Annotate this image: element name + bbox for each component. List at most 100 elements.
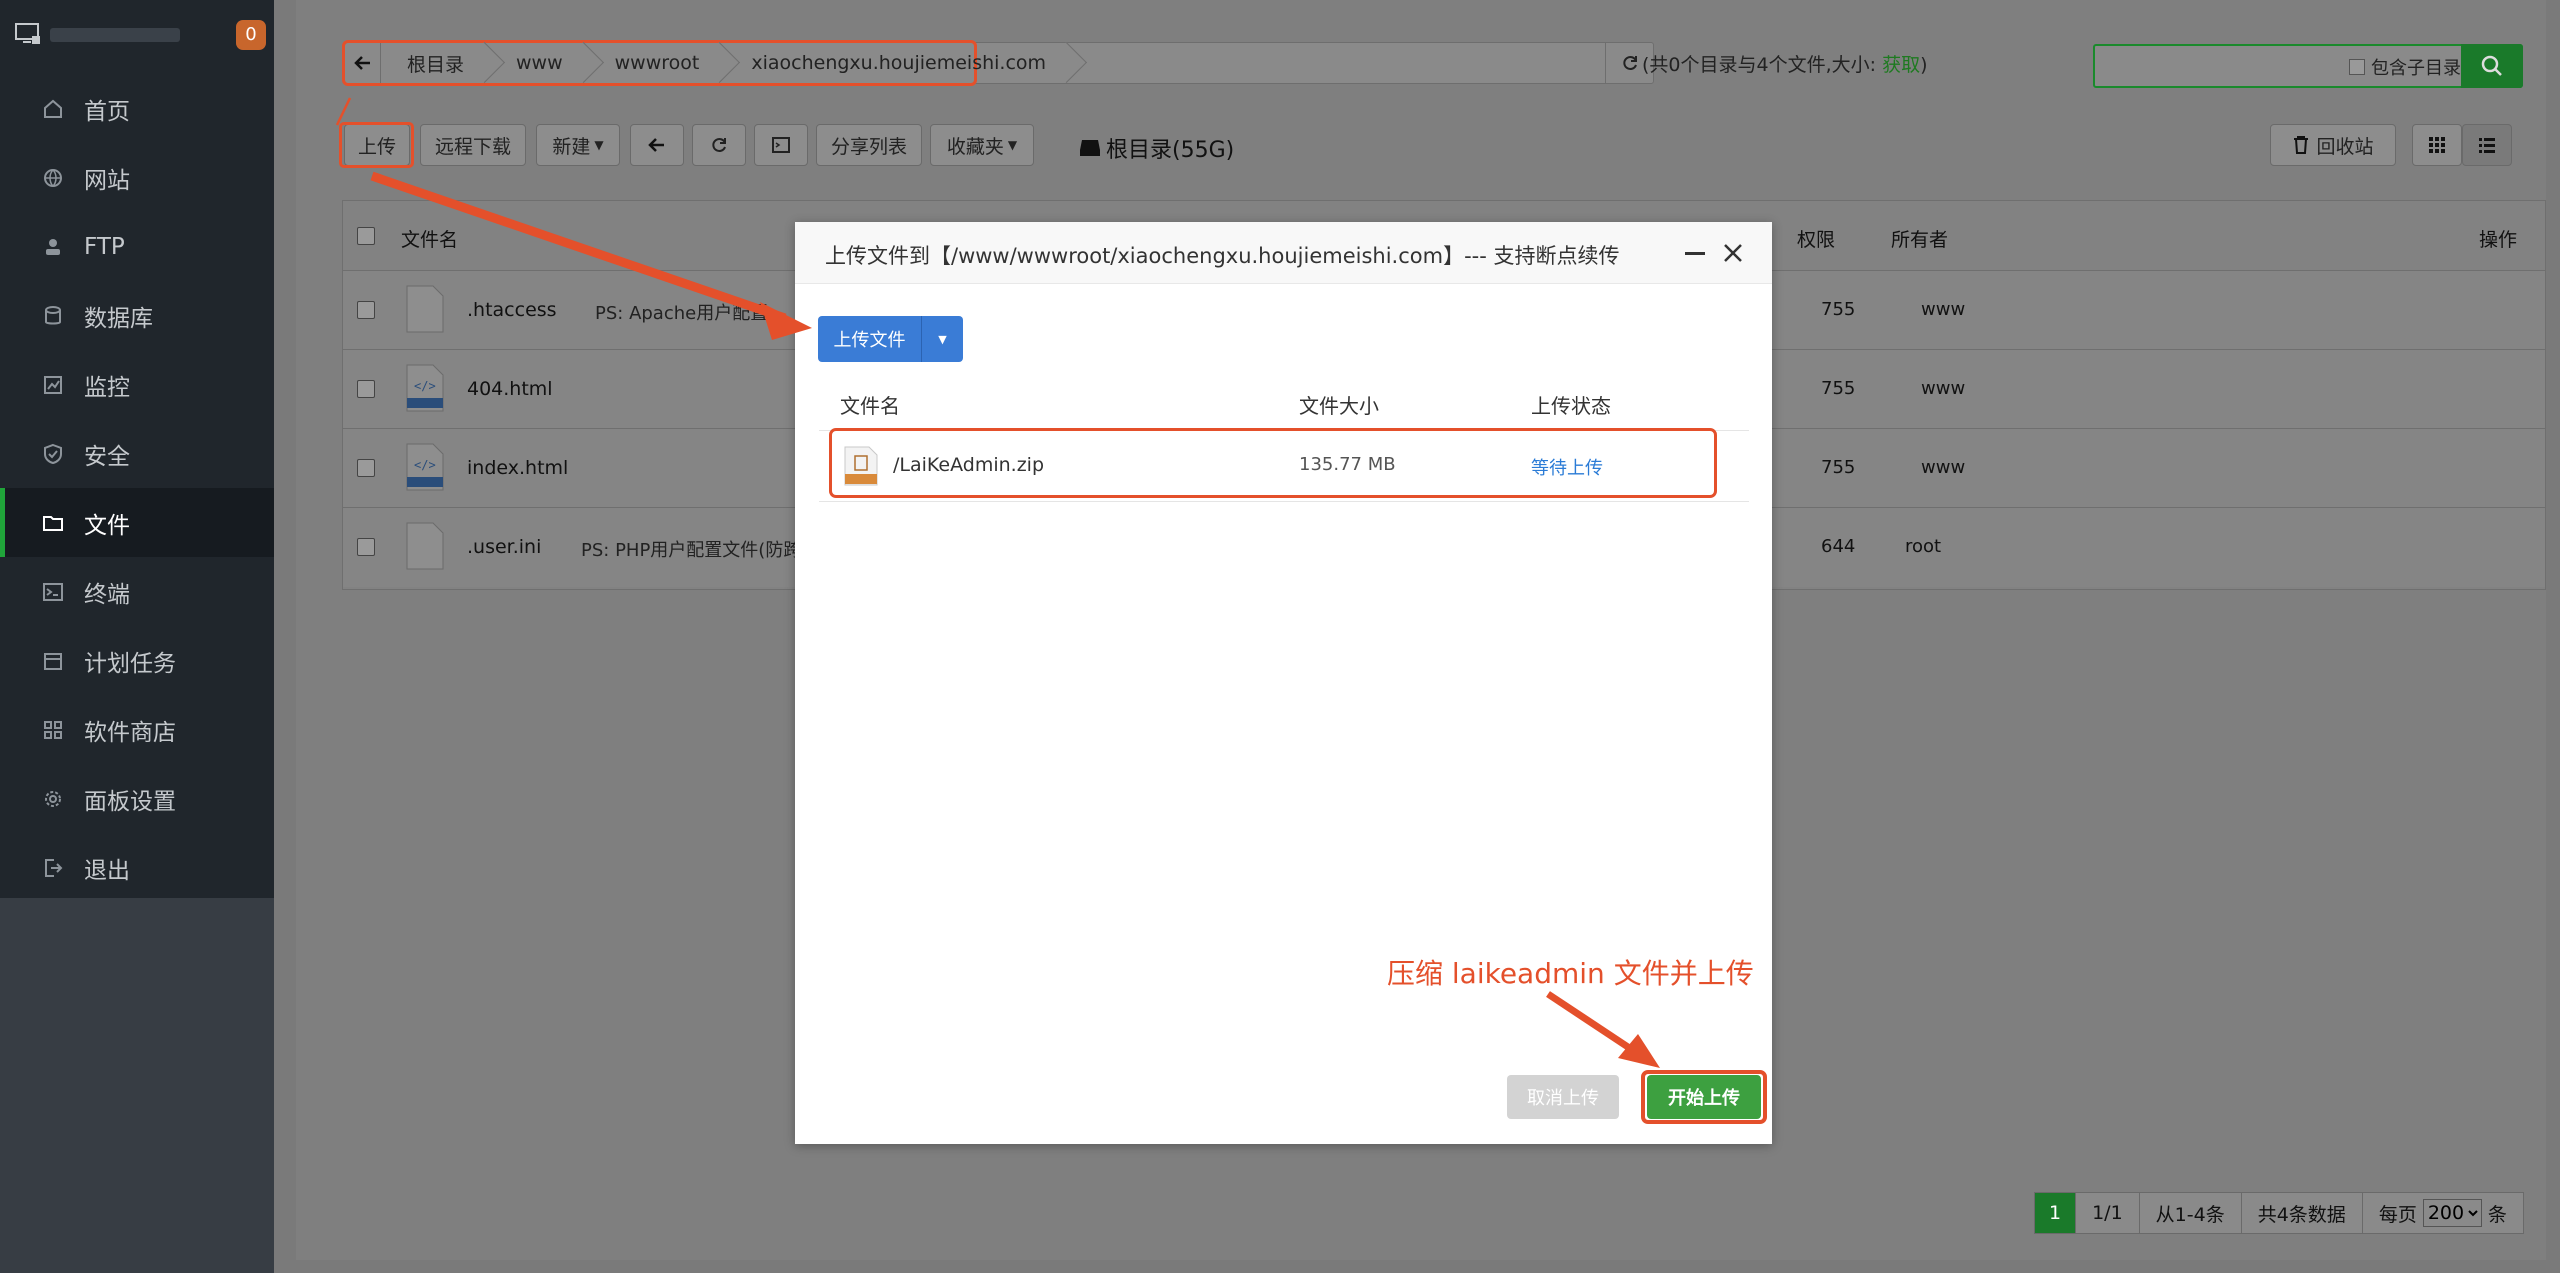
html-file-icon: </> xyxy=(406,443,444,491)
per-page-select[interactable]: 200 xyxy=(2422,1199,2482,1227)
ftp-icon xyxy=(40,234,66,260)
upload-dialog: 上传文件到【/www/wwwroot/xiaochengxu.houjiemei… xyxy=(795,222,1772,1144)
file-owner[interactable]: www xyxy=(1921,378,1965,399)
gear-icon xyxy=(40,786,66,812)
per-page-control: 每页 200 条 xyxy=(2363,1193,2523,1233)
sidebar-header: 0 xyxy=(0,0,274,70)
logout-icon xyxy=(40,855,66,881)
column-header-permission: 权限 xyxy=(1797,229,1836,251)
sidebar-item-label: 退出 xyxy=(84,857,130,884)
list-view-button[interactable] xyxy=(2462,124,2512,166)
sidebar-item-cron[interactable]: 计划任务 xyxy=(0,626,274,695)
checkbox-square xyxy=(2349,59,2365,75)
caret-down-icon[interactable]: ▼ xyxy=(922,316,963,362)
terminal-button[interactable] xyxy=(754,124,808,166)
fetch-size-link[interactable]: 获取 xyxy=(1882,54,1920,76)
sidebar-item-website[interactable]: 网站 xyxy=(0,143,274,212)
annotation-highlight-file xyxy=(829,428,1717,498)
column-header-name[interactable]: 文件名 xyxy=(401,225,458,252)
file-owner[interactable]: www xyxy=(1921,457,1965,478)
terminal-icon xyxy=(40,579,66,605)
file-name[interactable]: index.html xyxy=(467,457,568,479)
new-dropdown-button[interactable]: 新建 ▼ xyxy=(536,124,620,166)
pagination: 1 1/1 从1-4条 共4条数据 每页 200 条 xyxy=(2034,1192,2524,1234)
file-permission[interactable]: 755 xyxy=(1821,457,1855,478)
row-checkbox[interactable] xyxy=(357,538,375,556)
row-checkbox[interactable] xyxy=(357,459,375,477)
grid-view-button[interactable] xyxy=(2412,124,2462,166)
directory-info: (共0个目录与4个文件,大小: 获取) xyxy=(1642,54,1928,76)
sidebar-item-label: FTP xyxy=(84,233,125,260)
sidebar-item-label: 数据库 xyxy=(84,305,153,332)
monitor-chart-icon xyxy=(40,372,66,398)
upload-files-button[interactable]: 上传文件 xyxy=(818,316,922,362)
sidebar-item-security[interactable]: 安全 xyxy=(0,419,274,488)
minimize-icon[interactable] xyxy=(1685,252,1705,255)
row-checkbox[interactable] xyxy=(357,380,375,398)
grid-icon xyxy=(2429,137,2445,153)
column-header-owner: 所有者 xyxy=(1891,229,1949,251)
html-file-icon: </> xyxy=(406,364,444,412)
sidebar-item-label: 监控 xyxy=(84,374,130,401)
share-list-button[interactable]: 分享列表 xyxy=(816,124,922,166)
annotation-text: 压缩 laikeadmin 文件并上传 xyxy=(1387,957,1754,990)
cancel-upload-button[interactable]: 取消上传 xyxy=(1507,1075,1619,1119)
home-icon xyxy=(40,96,66,122)
file-name[interactable]: .htaccess xyxy=(467,299,557,321)
shield-icon xyxy=(40,441,66,467)
file-permission[interactable]: 755 xyxy=(1821,299,1855,320)
file-note: PS: Apache用户配置... xyxy=(595,303,786,324)
search-box: 包含子目录 xyxy=(2093,44,2523,88)
back-button[interactable] xyxy=(630,124,684,166)
server-name-redacted xyxy=(50,28,180,42)
sidebar-item-label: 计划任务 xyxy=(84,650,176,677)
search-button[interactable] xyxy=(2461,44,2523,88)
recycle-bin-button[interactable]: 回收站 xyxy=(2270,124,2396,166)
annotation-highlight-upload xyxy=(339,122,414,168)
column-header-actions: 操作 xyxy=(2479,229,2518,251)
hard-drive-icon xyxy=(1080,140,1100,156)
file-name[interactable]: .user.ini xyxy=(467,536,541,558)
dialog-title: 上传文件到【/www/wwwroot/xiaochengxu.houjiemei… xyxy=(825,244,1620,268)
file-note: PS: PHP用户配置文件(防跨站 xyxy=(581,540,820,561)
sidebar-item-monitor[interactable]: 监控 xyxy=(0,350,274,419)
favorites-dropdown-button[interactable]: 收藏夹 ▼ xyxy=(930,124,1034,166)
notification-badge[interactable]: 0 xyxy=(236,20,266,50)
sidebar: 0 首页 网站 FTP 数据库 监控 安全 文件 终端 计划任务 软件商店 面板… xyxy=(0,0,274,1273)
apps-grid-icon xyxy=(40,717,66,743)
file-owner[interactable]: www xyxy=(1921,299,1965,320)
select-all-checkbox[interactable] xyxy=(357,227,375,245)
file-permission[interactable]: 755 xyxy=(1821,378,1855,399)
list-icon xyxy=(2479,138,2495,153)
column-header-filename: 文件名 xyxy=(840,394,900,418)
include-subdir-checkbox[interactable]: 包含子目录 xyxy=(2349,54,2461,80)
sidebar-item-home[interactable]: 首页 xyxy=(0,74,274,143)
page-current[interactable]: 1 xyxy=(2035,1193,2077,1233)
file-icon xyxy=(406,522,444,570)
upload-files-dropdown[interactable]: 上传文件 ▼ xyxy=(818,316,963,362)
sidebar-item-logout[interactable]: 退出 xyxy=(0,833,274,902)
file-owner[interactable]: root xyxy=(1905,536,1941,557)
remote-download-button[interactable]: 远程下载 xyxy=(420,124,526,166)
column-header-status: 上传状态 xyxy=(1531,394,1611,418)
sidebar-item-app-store[interactable]: 软件商店 xyxy=(0,695,274,764)
disk-selector[interactable]: 根目录(55G) xyxy=(1078,132,1234,164)
sidebar-item-ftp[interactable]: FTP xyxy=(0,212,274,281)
sidebar-item-terminal[interactable]: 终端 xyxy=(0,557,274,626)
sidebar-item-files[interactable]: 文件 xyxy=(0,488,274,557)
caret-down-icon: ▼ xyxy=(594,138,604,152)
arrow-left-icon xyxy=(648,138,664,152)
refresh-button[interactable] xyxy=(692,124,746,166)
sidebar-item-label: 文件 xyxy=(84,512,130,539)
sidebar-item-database[interactable]: 数据库 xyxy=(0,281,274,350)
terminal-icon xyxy=(772,137,790,153)
trash-icon xyxy=(2294,136,2309,154)
svg-text:</>: </> xyxy=(414,379,436,393)
row-checkbox[interactable] xyxy=(357,301,375,319)
dialog-header: 上传文件到【/www/wwwroot/xiaochengxu.houjiemei… xyxy=(795,222,1772,284)
file-permission[interactable]: 644 xyxy=(1821,536,1855,557)
sidebar-item-settings[interactable]: 面板设置 xyxy=(0,764,274,833)
refresh-icon xyxy=(1622,56,1637,70)
close-icon[interactable] xyxy=(1720,240,1746,266)
file-name[interactable]: 404.html xyxy=(467,378,553,400)
